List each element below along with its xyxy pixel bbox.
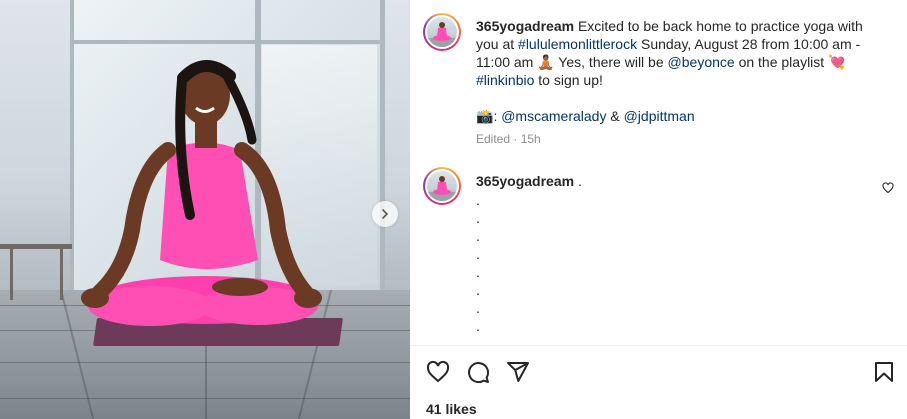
comment-dot: . [476,210,480,226]
mention-link[interactable]: @jdpittman [624,108,695,124]
avatar-ring [425,169,459,203]
comment-dot: . [476,318,480,334]
chevron-right-icon [382,209,389,219]
caption-username[interactable]: 365yogadream [476,18,574,34]
comment-text: . [574,173,582,189]
heart-icon [426,360,450,383]
edited-timestamp: Edited · 15h [476,132,541,146]
comment-username[interactable]: 365yogadream [476,173,574,189]
comment-dot: . [476,192,480,208]
avatar-ring [425,15,459,49]
avatar-image [427,171,457,201]
heart-icon [882,182,894,194]
post-photo[interactable] [0,0,410,419]
save-button[interactable] [871,359,897,385]
avatar-image [427,17,457,47]
next-photo-button[interactable] [372,201,398,227]
hashtag-link[interactable]: #lululemonlittlerock [518,36,637,52]
caption-text: Yes, there will be [554,54,668,70]
comment-like-button[interactable] [882,181,894,199]
comment-dot: . [476,264,480,280]
comment-dot: . [476,228,480,244]
camera-emoji: 📸 [476,108,494,124]
commenter-avatar[interactable] [423,167,461,205]
hashtag-link[interactable]: #linkinbio [476,72,534,88]
likes-count[interactable]: 41 likes [426,401,477,417]
comment-dot: . [476,282,480,298]
heart-emoji: 💘 [828,54,846,70]
credit-separator: & [606,108,624,124]
post-actions [425,359,900,385]
yoga-emoji: 🧘🏾 [537,54,555,70]
yoga-woman-figure [81,60,322,326]
caption-text: on the playlist [734,54,829,70]
post-details-panel: 365yogadream Excited to be back home to … [410,0,907,419]
like-button[interactable] [425,359,451,385]
divider [410,345,907,346]
avatar-figure [427,176,457,201]
comment-button[interactable] [465,359,491,385]
share-icon [507,362,529,382]
mention-link[interactable]: @mscameralady [501,108,606,124]
comment-icon [468,362,490,384]
post-caption: 365yogadream Excited to be back home to … [476,17,881,89]
photo-credit: 📸: @mscameralady & @jdpittman [476,107,695,125]
bookmark-icon [875,362,893,382]
comment-dot: . [476,246,480,262]
caption-text: to sign up! [534,72,603,88]
comment: 365yogadream . [476,173,582,189]
author-avatar[interactable] [423,13,461,51]
share-button[interactable] [505,359,531,385]
mention-link[interactable]: @beyonce [668,54,735,70]
avatar-figure [427,22,457,47]
comment-dot: . [476,300,480,316]
